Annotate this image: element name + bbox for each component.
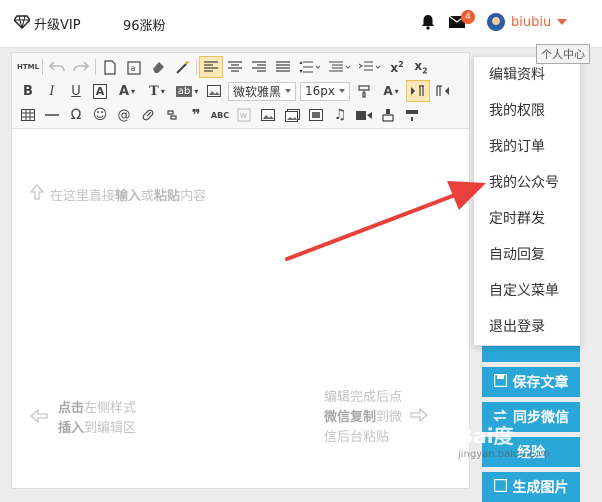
align-right-icon[interactable] (247, 56, 271, 78)
video-icon[interactable] (352, 104, 376, 126)
notification-badge: 4 (461, 10, 475, 24)
right-copy-hint: 编辑完成后点 微信复制到微 信后台粘贴 (324, 388, 429, 448)
underline-icon[interactable]: U (64, 80, 88, 102)
image-gallery-icon[interactable] (304, 104, 328, 126)
align-justify-icon[interactable] (271, 56, 295, 78)
insert-image-icon[interactable] (256, 104, 280, 126)
link-icon[interactable] (136, 104, 160, 126)
font-border-icon[interactable]: A (88, 80, 112, 102)
editor-placeholder[interactable]: 在这里直接输入或粘贴内容 (29, 184, 206, 204)
line-height-icon[interactable] (295, 56, 325, 78)
letter-spacing-icon[interactable]: A ▾ (376, 80, 406, 102)
username: biubiu (511, 14, 552, 30)
redo-icon[interactable] (69, 56, 93, 78)
superscript-icon[interactable]: x2 (385, 56, 409, 78)
menu-item-scheduled-send[interactable]: 定时群发 (474, 201, 580, 237)
save-icon (493, 373, 507, 391)
word-image-icon[interactable]: W (232, 104, 256, 126)
watermark-logo: Bai度 jingyan.baidu.com (458, 424, 551, 460)
text-format-icon[interactable]: T ▾ (142, 80, 172, 102)
arrow-left-icon (30, 408, 48, 430)
editor: HTML a x2 x2 B I U A A ▾ T ▾ ab ▾ 微软雅黑 1… (11, 52, 470, 489)
font-color-icon[interactable]: A ▾ (112, 80, 142, 102)
left-style-hint: 点击左侧样式 插入到编辑区 (30, 399, 136, 439)
spellcheck-icon[interactable]: ABC (208, 104, 232, 126)
fans-link[interactable]: 96涨粉 (123, 15, 166, 34)
table-icon[interactable] (16, 104, 40, 126)
rtl-direction-icon[interactable] (430, 80, 454, 102)
user-dropdown-menu: 编辑资料 我的权限 我的订单 我的公众号 定时群发 自动回复 自定义菜单 退出登… (473, 56, 581, 346)
save-article-button[interactable]: 保存文章 (482, 367, 580, 397)
arrow-right-icon (410, 407, 429, 429)
bell-icon[interactable] (421, 14, 435, 34)
diamond-icon (13, 14, 31, 33)
paste-text-icon[interactable]: a (122, 56, 146, 78)
arrow-up-icon (29, 184, 45, 204)
editor-toolbar: HTML a x2 x2 B I U A A ▾ T ▾ ab ▾ 微软雅黑 1… (12, 53, 469, 129)
personal-center-tooltip: 个人中心 (536, 44, 590, 64)
horizontal-rule-icon[interactable] (40, 104, 64, 126)
menu-item-logout[interactable]: 退出登录 (474, 309, 580, 345)
undo-icon[interactable] (45, 56, 69, 78)
clear-format-icon[interactable] (376, 104, 400, 126)
svg-text:a: a (131, 64, 136, 73)
image-icon[interactable] (202, 80, 226, 102)
eraser-icon[interactable] (146, 56, 170, 78)
avatar (487, 13, 505, 31)
menu-item-auto-reply[interactable]: 自动回复 (474, 237, 580, 273)
image-icon (493, 478, 507, 496)
blockquote-icon[interactable]: ❞ (184, 104, 208, 126)
menu-item-orders[interactable]: 我的订单 (474, 129, 580, 165)
emoji-icon[interactable]: ☺ (88, 104, 112, 126)
menu-item-official-accounts[interactable]: 我的公众号 (474, 165, 580, 201)
highlight-icon[interactable]: ab ▾ (172, 80, 202, 102)
top-bar: 升级VIP 96涨粉 4 biubiu (0, 0, 602, 48)
vip-label: 升级VIP (34, 18, 81, 33)
indent-icon[interactable] (355, 56, 385, 78)
special-char-icon[interactable]: Ω (64, 104, 88, 126)
bold-icon[interactable]: B (16, 80, 40, 102)
format-brush-icon[interactable] (400, 104, 424, 126)
subscript-icon[interactable]: x2 (409, 56, 433, 78)
menu-item-permissions[interactable]: 我的权限 (474, 93, 580, 129)
html-source-button[interactable]: HTML (16, 56, 40, 78)
svg-text:W: W (240, 112, 247, 120)
align-left-icon[interactable] (199, 56, 223, 78)
upgrade-vip-link[interactable]: 升级VIP (13, 14, 81, 33)
italic-icon[interactable]: I (40, 80, 64, 102)
font-size-select[interactable]: 16px (300, 81, 351, 101)
generate-image-button[interactable]: 生成图片 (482, 472, 580, 502)
new-doc-icon[interactable] (98, 56, 122, 78)
user-menu[interactable]: biubiu (487, 13, 568, 31)
align-center-icon[interactable] (223, 56, 247, 78)
magic-wand-icon[interactable] (170, 56, 194, 78)
unlink-icon[interactable] (160, 104, 184, 126)
paragraph-spacing-icon[interactable] (325, 56, 355, 78)
multi-image-icon[interactable] (280, 104, 304, 126)
caret-down-icon (557, 19, 568, 25)
menu-item-custom-menu[interactable]: 自定义菜单 (474, 273, 580, 309)
format-paint-icon[interactable] (352, 80, 376, 102)
font-family-select[interactable]: 微软雅黑 (228, 81, 297, 101)
music-icon[interactable]: ♫ (328, 104, 352, 126)
ltr-direction-icon[interactable] (406, 80, 431, 102)
anchor-icon[interactable]: @ (112, 104, 136, 126)
